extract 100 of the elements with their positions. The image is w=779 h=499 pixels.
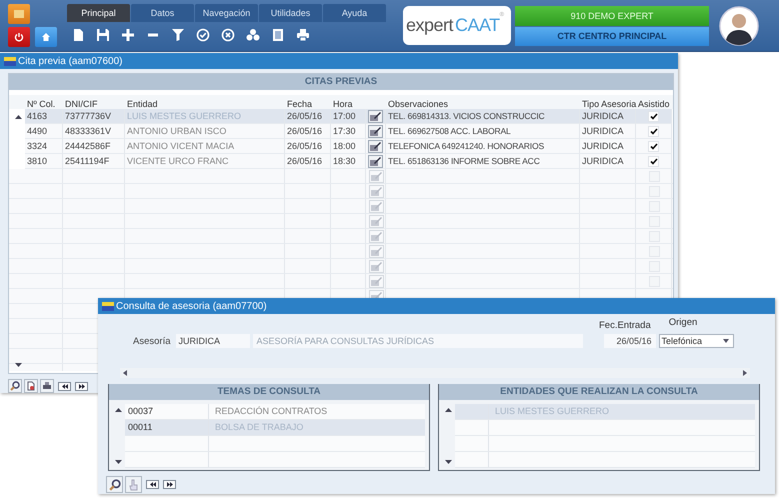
table-cell: 48333361V <box>63 124 125 139</box>
column-header: Tipo Asesoria <box>581 99 636 109</box>
horizontal-scrollbar[interactable] <box>120 368 750 378</box>
check-button[interactable] <box>196 27 210 43</box>
note-icon <box>370 262 382 271</box>
edit-button[interactable] <box>368 140 383 152</box>
logo: expertCAAT$^{®}$ <box>403 6 511 45</box>
rewind-icon <box>62 384 68 388</box>
save-button[interactable] <box>96 27 110 43</box>
table-cell: TELEFONICA 649241240. HONORARIOS <box>386 139 580 154</box>
table-cell: ANTONIO VICENT MACIA <box>125 139 285 154</box>
table-cell: 3324 <box>25 139 63 154</box>
note-icon <box>370 142 381 150</box>
app-icon <box>4 56 16 66</box>
home-button[interactable] <box>35 27 57 47</box>
checkbox[interactable] <box>648 110 659 122</box>
scroll-right-icon <box>743 370 747 376</box>
book-button[interactable] <box>271 27 285 43</box>
print-button[interactable] <box>296 27 310 43</box>
hand-icon <box>128 478 138 490</box>
menu-tab[interactable]: Datos <box>131 4 194 22</box>
input-field[interactable]: 26/05/16 <box>604 334 656 348</box>
group-icon <box>246 28 260 42</box>
print-button[interactable] <box>40 379 54 393</box>
document-icon <box>71 28 85 42</box>
column-header: Asistido <box>637 99 671 109</box>
next-button[interactable] <box>163 480 176 489</box>
checkbox[interactable] <box>648 126 659 136</box>
field-label: Fec.Entrada <box>599 320 651 331</box>
table-cell: LUIS MESTES GUERRERO <box>125 109 285 124</box>
app-icon <box>102 302 114 310</box>
origin-dropdown[interactable]: Telefónica <box>658 334 734 348</box>
table-row[interactable]: 3810 25411194F VICENTE URCO FRANC 26/05/16 18:30 TEL. 651863136 INFORME SOBRE ACC JURIDICA <box>9 154 673 169</box>
table-row[interactable]: 4490 48333361V ANTONIO URBAN ISCO 26/05/16 17:30 TEL. 669627508 ACC. LABORAL JURIDICA <box>9 124 673 139</box>
table-cell: 17:30 <box>331 124 366 139</box>
scroll-down-icon <box>114 460 122 465</box>
caret-icon <box>722 339 728 343</box>
table-row[interactable]: 00011 BOLSA DE TRABAJO <box>125 420 425 436</box>
document-icon <box>26 381 36 391</box>
menu-tab[interactable]: Principal <box>67 4 130 22</box>
table-cell: 17:00 <box>331 109 366 124</box>
edit-button[interactable] <box>368 124 383 138</box>
print-icon <box>296 28 310 42</box>
menu-tab[interactable]: Navegación <box>195 4 258 22</box>
table-row[interactable]: 3324 24442586F ANTONIO VICENT MACIA 26/05/16 18:00 TELEFONICA 649241240. HONORARIOS JURIDICA <box>9 139 673 154</box>
table-cell-text: REDACCIÓN CONTRATOS <box>214 405 328 418</box>
plus-button[interactable] <box>121 27 135 43</box>
home-icon <box>41 32 51 42</box>
window-title: Consulta de asesoria (aam07700) <box>116 300 267 312</box>
section-title: TEMAS DE CONSULTA <box>109 384 429 400</box>
power-button[interactable] <box>8 27 30 47</box>
table-cell: 26/05/16 <box>285 154 331 169</box>
table-cell: 24442586F <box>63 139 125 154</box>
checkbox[interactable] <box>648 156 659 166</box>
center-label: CTR CENTRO PRINCIPAL <box>515 26 709 46</box>
section-title: ENTIDADES QUE REALIZAN LA CONSULTA <box>439 384 759 400</box>
previous-button[interactable] <box>58 382 71 390</box>
table-cell: 73777736V <box>63 109 125 124</box>
note-icon <box>370 202 382 211</box>
note-icon <box>370 217 382 226</box>
search-button[interactable] <box>106 476 123 493</box>
column-header: DNI/CIF <box>64 99 98 109</box>
note-icon <box>370 126 381 136</box>
next-button[interactable] <box>75 382 88 390</box>
section-title: CITAS PREVIAS <box>9 74 673 90</box>
table-cell: 25411194F <box>63 154 125 169</box>
table-cell: 00037 <box>125 404 209 419</box>
field-label: Origen <box>668 317 698 330</box>
note-icon <box>370 172 382 181</box>
cancel-button[interactable] <box>221 27 235 43</box>
edit-button[interactable] <box>368 110 383 122</box>
avatar <box>719 6 759 46</box>
input-field[interactable]: JURIDICA <box>176 334 250 348</box>
menu-tab[interactable]: Utilidades <box>259 4 322 22</box>
table-row[interactable]: 00037 REDACCIÓN CONTRATOS <box>125 404 425 420</box>
check-icon <box>196 28 210 42</box>
checkbox[interactable] <box>648 140 659 152</box>
document-button[interactable] <box>71 27 85 43</box>
table-cell: 26/05/16 <box>285 109 331 124</box>
table-row[interactable]: 4163 73777736V LUIS MESTES GUERRERO 26/05/16 17:00 TEL. 669814313. VICIOS CONSTRUCCIC JURIDICA <box>9 109 673 124</box>
document-button[interactable] <box>24 379 38 393</box>
forward-icon <box>78 384 84 388</box>
book-icon <box>271 28 285 42</box>
edit-button[interactable] <box>368 154 383 168</box>
scroll-down-icon <box>14 362 22 368</box>
table-cell-text: BOLSA DE TRABAJO <box>214 421 304 434</box>
save-icon <box>96 28 110 42</box>
column-header: Fecha <box>286 99 314 109</box>
table-cell: JURIDICA <box>580 109 636 124</box>
menu-tab[interactable]: Ayuda <box>323 4 386 22</box>
table-cell: JURIDICA <box>580 139 636 154</box>
cancel-icon <box>221 28 235 42</box>
group-button[interactable] <box>246 27 260 43</box>
table-cell: 4163 <box>25 109 63 124</box>
table-cell: TEL. 651863136 INFORME SOBRE ACC <box>386 154 580 169</box>
note-icon <box>370 277 382 286</box>
table-cell: 26/05/16 <box>285 124 331 139</box>
filter-button[interactable] <box>171 27 185 43</box>
search-button[interactable] <box>8 379 22 393</box>
previous-button[interactable] <box>146 480 159 489</box>
